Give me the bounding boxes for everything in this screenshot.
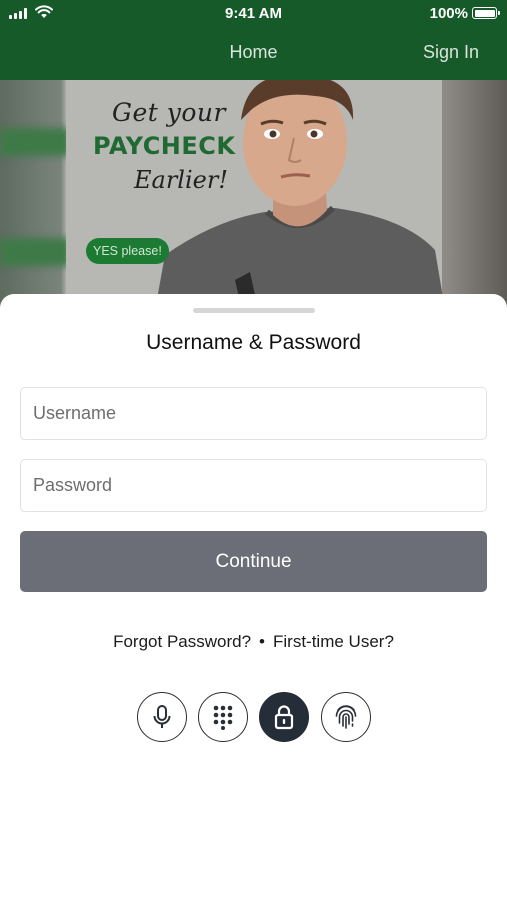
status-bar: 9:41 AM 100%: [0, 0, 507, 28]
login-sheet: Username & Password Continue Forgot Pass…: [0, 294, 507, 900]
microphone-icon: [153, 705, 171, 728]
sign-in-link[interactable]: Sign In: [423, 42, 479, 63]
sheet-drag-handle[interactable]: [193, 308, 315, 313]
promo-banner[interactable]: Get your PAYCHECK Earlier! YES please!: [0, 80, 507, 310]
auth-method-selector: [137, 692, 371, 742]
sheet-title: Username & Password: [146, 331, 361, 354]
battery-full-icon: [472, 7, 500, 19]
fingerprint-icon: [335, 705, 357, 729]
promo-cta-button[interactable]: YES please!: [86, 238, 169, 264]
pin-auth-button[interactable]: [198, 692, 248, 742]
promo-headline-top: Get your: [112, 98, 226, 127]
account-help-links: Forgot Password? • First-time User?: [0, 632, 507, 652]
keypad-icon: [213, 705, 233, 730]
app-header: 9:41 AM 100% Home Sign In: [0, 0, 507, 80]
fingerprint-auth-button[interactable]: [321, 692, 371, 742]
promo-headline-main: PAYCHECK: [93, 132, 236, 160]
forgot-password-link[interactable]: Forgot Password?: [113, 632, 251, 651]
voice-auth-button[interactable]: [137, 692, 187, 742]
battery-percentage: 100%: [429, 5, 468, 22]
first-time-user-link[interactable]: First-time User?: [273, 632, 394, 651]
continue-button[interactable]: Continue: [20, 531, 487, 592]
password-input[interactable]: [20, 459, 487, 512]
username-input[interactable]: [20, 387, 487, 440]
banner-blur-shape: [0, 238, 70, 266]
banner-blur-shape: [0, 128, 70, 156]
password-auth-button[interactable]: [259, 692, 309, 742]
lock-icon: [274, 705, 294, 730]
link-separator: •: [259, 632, 265, 651]
promo-headline-bottom: Earlier!: [134, 166, 228, 194]
